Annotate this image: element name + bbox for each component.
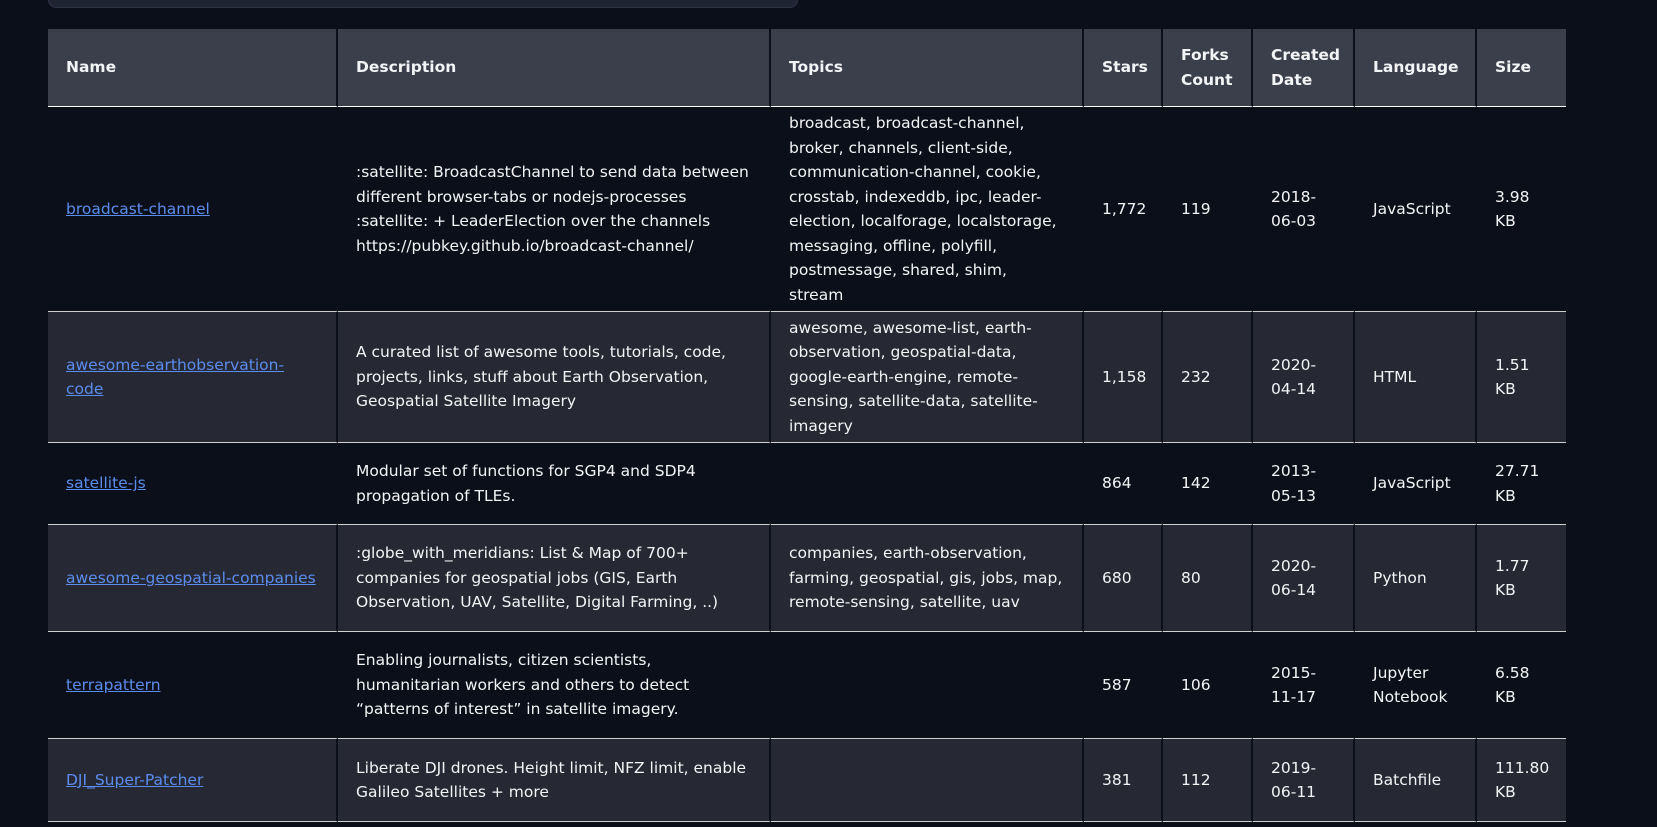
cell-language: HTML — [1355, 312, 1477, 443]
table-row: awesome-geospatial-companies :globe_with… — [48, 525, 1566, 632]
cell-topics — [771, 443, 1084, 525]
cell-forks: 119 — [1163, 107, 1253, 312]
cell-forks: 142 — [1163, 443, 1253, 525]
cell-size: 6.58 KB — [1477, 632, 1566, 739]
table-row: broadcast-channel :satellite: BroadcastC… — [48, 107, 1566, 312]
cell-topics — [771, 739, 1084, 822]
cell-name: DJI_Super-Patcher — [48, 739, 338, 822]
cell-forks: 232 — [1163, 312, 1253, 443]
top-panel-edge — [48, 0, 798, 8]
cell-forks: 80 — [1163, 525, 1253, 632]
column-header-name[interactable]: Name — [48, 29, 338, 107]
cell-size: 111.80 KB — [1477, 739, 1566, 822]
cell-created: 2015-11-17 — [1253, 632, 1355, 739]
cell-language: Python — [1355, 525, 1477, 632]
cell-description: A curated list of awesome tools, tutoria… — [338, 312, 771, 443]
cell-forks: 106 — [1163, 632, 1253, 739]
cell-topics: awesome, awesome-list, earth-observation… — [771, 312, 1084, 443]
repo-link[interactable]: awesome-geospatial-companies — [66, 569, 316, 587]
cell-description: :satellite: BroadcastChannel to send dat… — [338, 107, 771, 312]
repo-link[interactable]: awesome-earthobservation-code — [66, 356, 284, 399]
cell-language: Batchfile — [1355, 739, 1477, 822]
column-header-topics[interactable]: Topics — [771, 29, 1084, 107]
cell-created: 2020-06-14 — [1253, 525, 1355, 632]
table-row: DJI_Super-Patcher Liberate DJI drones. H… — [48, 739, 1566, 822]
cell-stars: 1,772 — [1084, 107, 1163, 312]
cell-forks: 112 — [1163, 739, 1253, 822]
cell-size: 1.51 KB — [1477, 312, 1566, 443]
cell-name: awesome-earthobservation-code — [48, 312, 338, 443]
cell-name: satellite-js — [48, 443, 338, 525]
cell-description: Enabling journalists, citizen scientists… — [338, 632, 771, 739]
cell-name: terrapattern — [48, 632, 338, 739]
column-header-created[interactable]: Created Date — [1253, 29, 1355, 107]
cell-topics — [771, 632, 1084, 739]
cell-description: Liberate DJI drones. Height limit, NFZ l… — [338, 739, 771, 822]
repositories-table: Name Description Topics Stars Forks Coun… — [48, 29, 1566, 822]
cell-name: broadcast-channel — [48, 107, 338, 312]
column-header-stars[interactable]: Stars — [1084, 29, 1163, 107]
repo-link[interactable]: terrapattern — [66, 676, 161, 694]
cell-language: JavaScript — [1355, 107, 1477, 312]
cell-created: 2018-06-03 — [1253, 107, 1355, 312]
cell-stars: 1,158 — [1084, 312, 1163, 443]
table-row: awesome-earthobservation-code A curated … — [48, 312, 1566, 443]
cell-stars: 587 — [1084, 632, 1163, 739]
cell-name: awesome-geospatial-companies — [48, 525, 338, 632]
table-row: satellite-js Modular set of functions fo… — [48, 443, 1566, 525]
cell-size: 3.98 KB — [1477, 107, 1566, 312]
cell-description: Modular set of functions for SGP4 and SD… — [338, 443, 771, 525]
cell-size: 1.77 KB — [1477, 525, 1566, 632]
column-header-language[interactable]: Language — [1355, 29, 1477, 107]
cell-topics: companies, earth-observation, farming, g… — [771, 525, 1084, 632]
cell-size: 27.71 KB — [1477, 443, 1566, 525]
cell-language: Jupyter Notebook — [1355, 632, 1477, 739]
cell-language: JavaScript — [1355, 443, 1477, 525]
cell-description: :globe_with_meridians: List & Map of 700… — [338, 525, 771, 632]
repositories-table-container: Name Description Topics Stars Forks Coun… — [48, 29, 1566, 822]
cell-created: 2013-05-13 — [1253, 443, 1355, 525]
column-header-forks[interactable]: Forks Count — [1163, 29, 1253, 107]
table-header-row: Name Description Topics Stars Forks Coun… — [48, 29, 1566, 107]
cell-created: 2019-06-11 — [1253, 739, 1355, 822]
repo-link[interactable]: DJI_Super-Patcher — [66, 771, 203, 789]
column-header-size[interactable]: Size — [1477, 29, 1566, 107]
repo-link[interactable]: broadcast-channel — [66, 200, 210, 218]
repo-link[interactable]: satellite-js — [66, 474, 146, 492]
cell-stars: 864 — [1084, 443, 1163, 525]
cell-stars: 381 — [1084, 739, 1163, 822]
table-row: terrapattern Enabling journalists, citiz… — [48, 632, 1566, 739]
cell-stars: 680 — [1084, 525, 1163, 632]
cell-created: 2020-04-14 — [1253, 312, 1355, 443]
cell-topics: broadcast, broadcast-channel, broker, ch… — [771, 107, 1084, 312]
column-header-description[interactable]: Description — [338, 29, 771, 107]
